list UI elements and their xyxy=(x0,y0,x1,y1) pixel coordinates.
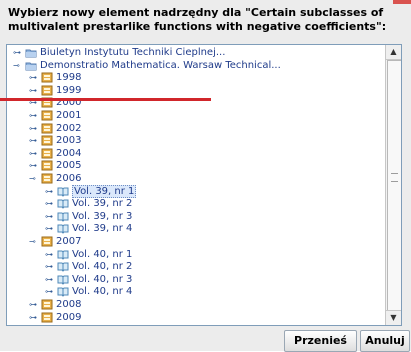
collapsed-handle-icon[interactable]: ⊶ xyxy=(45,288,57,296)
tree-node-label: 2007 xyxy=(56,236,82,247)
collapsed-handle-icon[interactable]: ⊶ xyxy=(45,275,57,284)
collapsed-handle-icon[interactable]: ⊶ xyxy=(45,187,57,196)
book-icon xyxy=(57,274,69,285)
collapsed-handle-icon[interactable]: ⊶ xyxy=(29,137,41,145)
tree-node-label: Vol. 40, nr 3 xyxy=(72,273,133,285)
tree-node-label: 2004 xyxy=(56,147,82,159)
vertical-scrollbar[interactable]: ▲ ▼ xyxy=(385,45,401,325)
book-icon xyxy=(57,286,69,298)
book-icon xyxy=(57,249,69,260)
year-icon xyxy=(41,135,53,146)
tree-node-label: 2003 xyxy=(56,135,82,147)
tree-node-label: Vol. 40, nr 4 xyxy=(72,286,133,298)
cancel-button[interactable]: Anuluj xyxy=(360,330,410,352)
tree-node-label: 2006 xyxy=(56,173,82,184)
collapsed-handle-icon[interactable]: ⊶ xyxy=(45,225,57,233)
tree-node-label: 2008 xyxy=(56,299,82,310)
book-icon xyxy=(57,261,69,272)
collapsed-handle-icon[interactable]: ⊶ xyxy=(45,263,57,271)
collapsed-handle-icon[interactable]: ⊶ xyxy=(29,74,41,82)
year-icon xyxy=(41,123,53,134)
year-icon xyxy=(41,312,53,323)
folder-icon xyxy=(25,60,37,71)
scroll-grip-icon xyxy=(391,173,398,182)
tree-node-label: Vol. 40, nr 2 xyxy=(72,261,133,273)
book-icon xyxy=(57,198,69,209)
collapsed-handle-icon[interactable]: ⊶ xyxy=(29,313,41,322)
expanded-handle-icon[interactable]: ⊸ xyxy=(13,61,25,70)
tree-node-label: 2009 xyxy=(56,311,82,323)
collapsed-handle-icon[interactable]: ⊶ xyxy=(13,49,25,57)
tree-panel[interactable]: ⊶ Biuletyn Instytutu Techniki Cieplnej...… xyxy=(6,44,402,326)
year-icon xyxy=(41,299,53,310)
year-icon xyxy=(41,173,53,184)
scroll-down-button[interactable]: ▼ xyxy=(386,310,401,325)
book-icon xyxy=(57,223,69,235)
close-corner-mark xyxy=(393,0,411,4)
tree-node-label: Vol. 40, nr 1 xyxy=(72,248,133,260)
tree-node-label: Biuletyn Instytutu Techniki Cieplnej... xyxy=(40,47,226,58)
year-icon xyxy=(41,160,53,171)
tree-node-label: Vol. 39, nr 4 xyxy=(72,223,133,235)
book-icon xyxy=(57,186,69,197)
year-icon xyxy=(41,85,53,96)
tree-node-label: Vol. 39, nr 2 xyxy=(72,198,133,210)
book-icon xyxy=(57,211,69,222)
collapsed-handle-icon[interactable]: ⊶ xyxy=(29,149,41,158)
collapsed-handle-icon[interactable]: ⊶ xyxy=(29,112,41,120)
collapsed-handle-icon[interactable]: ⊶ xyxy=(29,301,41,309)
tree-node-label: 1998 xyxy=(56,72,82,84)
scroll-up-button[interactable]: ▲ xyxy=(386,45,401,60)
tree-node-label: Vol. 39, nr 1 xyxy=(72,184,137,198)
year-icon xyxy=(41,148,53,159)
button-bar: Przenieś Anuluj xyxy=(0,328,411,352)
tree-node-label: Vol. 39, nr 3 xyxy=(72,210,133,222)
collapsed-handle-icon[interactable]: ⊶ xyxy=(29,162,41,170)
collapsed-handle-icon[interactable]: ⊶ xyxy=(29,124,41,133)
move-button[interactable]: Przenieś xyxy=(284,330,357,352)
tree-node-label: 2001 xyxy=(56,110,82,121)
year-icon xyxy=(41,72,53,83)
tree-node-label: 2005 xyxy=(56,160,82,172)
tree-node-label: 2002 xyxy=(56,122,82,134)
scroll-thumb[interactable] xyxy=(387,60,401,312)
collapsed-handle-icon[interactable]: ⊶ xyxy=(29,86,41,95)
year-icon xyxy=(41,110,53,121)
expanded-handle-icon[interactable]: ⊸ xyxy=(29,175,41,183)
year-icon xyxy=(41,236,53,247)
move-parent-dialog: Wybierz nowy element nadrzędny dla "Cert… xyxy=(0,0,411,352)
collapsed-handle-icon[interactable]: ⊶ xyxy=(45,250,57,259)
tree-node-label: Demonstratio Mathematica. Warsaw Technic… xyxy=(40,59,281,71)
collapsed-handle-icon[interactable]: ⊶ xyxy=(45,200,57,208)
folder-icon xyxy=(25,47,37,58)
dialog-prompt: Wybierz nowy element nadrzędny dla "Cert… xyxy=(8,6,387,33)
collapsed-handle-icon[interactable]: ⊶ xyxy=(45,212,57,221)
tree-node-label: 1999 xyxy=(56,84,82,96)
expanded-handle-icon[interactable]: ⊸ xyxy=(29,238,41,246)
red-annotation-line xyxy=(0,98,211,101)
